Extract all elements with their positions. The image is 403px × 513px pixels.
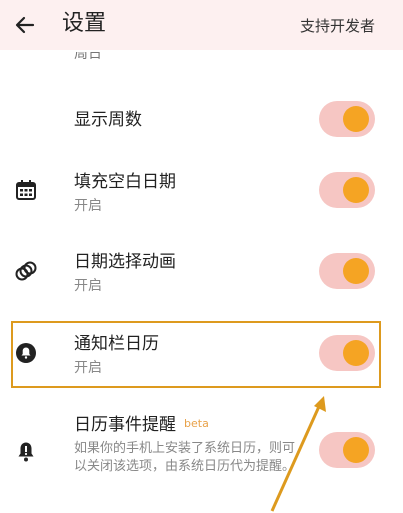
setting-title: 填充空白日期 xyxy=(74,172,176,192)
setting-title: 显示周数 xyxy=(74,110,142,130)
calendar-grid-icon xyxy=(16,180,36,200)
clipped-subtitle: 周日 xyxy=(74,52,102,74)
app-header: 设置 支持开发者 xyxy=(0,0,403,50)
toggle-thumb xyxy=(343,437,369,463)
setting-row-show-week-number[interactable]: 显示周数 xyxy=(0,95,403,145)
highlight-box xyxy=(11,321,381,388)
date-select-animation-toggle[interactable] xyxy=(319,253,375,289)
setting-subtitle: 开启 xyxy=(74,198,102,214)
toggle-thumb xyxy=(343,106,369,132)
setting-subtitle: 开启 xyxy=(74,278,102,294)
show-week-number-toggle[interactable] xyxy=(319,101,375,137)
arrow-left-icon xyxy=(15,16,35,34)
setting-title: 日期选择动画 xyxy=(74,252,176,272)
clipped-subtitle-text: 周日 xyxy=(74,52,102,62)
calendar-event-reminder-toggle[interactable] xyxy=(319,432,375,468)
setting-title: 日历事件提醒 beta xyxy=(74,414,209,438)
bell-alert-icon xyxy=(18,442,34,462)
setting-row-fill-blank-dates[interactable]: 填充空白日期 开启 xyxy=(0,165,403,225)
setting-row-date-select-animation[interactable]: 日期选择动画 开启 xyxy=(0,245,403,305)
back-button[interactable] xyxy=(12,12,38,38)
rings-icon xyxy=(15,261,37,281)
setting-description: 如果你的手机上安装了系统日历，则可以关闭该选项，由系统日历代为提醒。 xyxy=(74,441,296,474)
setting-row-calendar-event-reminder[interactable]: 日历事件提醒 beta 如果你的手机上安装了系统日历，则可以关闭该选项，由系统日历… xyxy=(0,408,403,508)
toggle-thumb xyxy=(343,258,369,284)
support-developer-button[interactable]: 支持开发者 xyxy=(300,16,375,36)
fill-blank-dates-toggle[interactable] xyxy=(319,172,375,208)
toggle-thumb xyxy=(343,177,369,203)
beta-badge: beta xyxy=(184,417,209,430)
page-title: 设置 xyxy=(62,11,107,36)
setting-title-text: 日历事件提醒 xyxy=(74,415,176,435)
